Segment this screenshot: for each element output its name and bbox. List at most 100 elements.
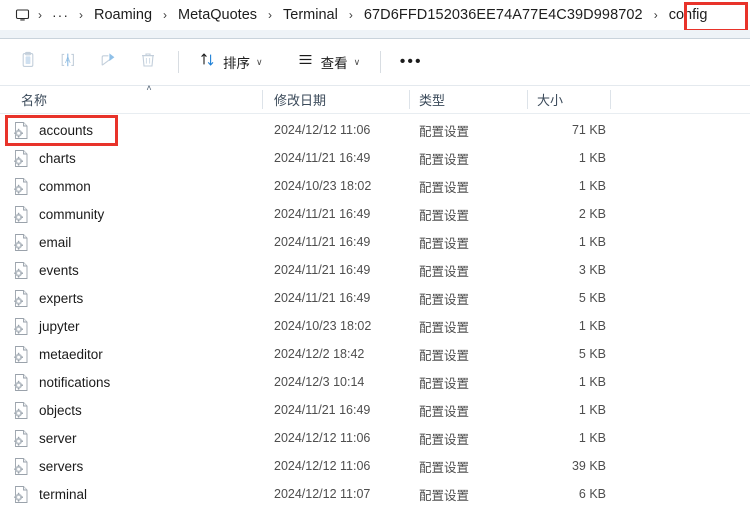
table-row[interactable]: server 2024/12/12 11:06 配置设置 1 KB (0, 424, 750, 452)
file-name-label: servers (39, 458, 84, 474)
file-size: 1 KB (578, 179, 606, 193)
file-size: 3 KB (578, 263, 606, 277)
file-size: 71 KB (571, 123, 606, 137)
ellipsis-icon: ••• (399, 53, 423, 70)
sort-ascending-indicator-icon: ˄ (146, 83, 152, 93)
breadcrumb-item-roaming[interactable]: Roaming (87, 3, 159, 27)
table-row[interactable]: common 2024/10/23 18:02 配置设置 1 KB (0, 172, 750, 200)
file-size: 5 KB (578, 291, 606, 305)
config-file-icon (13, 177, 30, 196)
config-file-icon (13, 233, 30, 252)
file-size: 1 KB (578, 319, 606, 333)
table-row[interactable]: community 2024/11/21 16:49 配置设置 2 KB (0, 200, 750, 228)
column-header-size[interactable]: 大小 (537, 85, 607, 114)
file-name-label: notifications (39, 374, 111, 390)
paste-button[interactable] (10, 46, 46, 78)
column-divider-3[interactable] (527, 90, 528, 109)
table-row[interactable]: metaeditor 2024/12/2 18:42 配置设置 5 KB (0, 340, 750, 368)
column-divider-2[interactable] (409, 90, 410, 109)
breadcrumb-item-terminal[interactable]: Terminal (276, 3, 345, 27)
column-header-type-label: 类型 (419, 93, 446, 108)
config-file-icon (13, 485, 30, 504)
column-header-bottom-border (0, 113, 750, 114)
file-name-label: experts (39, 290, 84, 306)
toolbar-divider-2 (380, 51, 382, 73)
view-button[interactable]: 查看 ∨ (289, 46, 369, 78)
config-file-icon (13, 121, 30, 140)
column-divider-4[interactable] (610, 90, 611, 109)
file-name-cell[interactable]: community (13, 200, 253, 228)
delete-button[interactable] (130, 46, 166, 78)
file-name-label: server (39, 430, 77, 446)
breadcrumb[interactable]: › ··· › Roaming › MetaQuotes › Terminal … (0, 0, 750, 30)
file-type: 配置设置 (419, 124, 470, 139)
file-name-cell[interactable]: common (13, 172, 253, 200)
file-name-label: accounts (39, 122, 94, 138)
file-name-cell[interactable]: metaeditor (13, 340, 253, 368)
table-row[interactable]: charts 2024/11/21 16:49 配置设置 1 KB (0, 144, 750, 172)
file-name-cell[interactable]: jupyter (13, 312, 253, 340)
file-name-label: metaeditor (39, 346, 103, 362)
trash-icon (139, 51, 157, 74)
breadcrumb-item-config[interactable]: config (662, 3, 715, 27)
file-name-cell[interactable]: experts (13, 284, 253, 312)
file-name-cell[interactable]: accounts (13, 116, 253, 144)
file-name-cell[interactable]: email (13, 228, 253, 256)
monitor-icon[interactable] (12, 5, 32, 25)
file-size: 1 KB (578, 375, 606, 389)
table-row[interactable]: email 2024/11/21 16:49 配置设置 1 KB (0, 228, 750, 256)
table-row[interactable]: accounts 2024/12/12 11:06 配置设置 71 KB (0, 116, 750, 144)
file-date-modified: 2024/12/3 10:14 (274, 375, 365, 389)
column-header-name[interactable]: 名称 (21, 85, 251, 114)
table-row[interactable]: experts 2024/11/21 16:49 配置设置 5 KB (0, 284, 750, 312)
config-file-icon (13, 457, 30, 476)
file-name-cell[interactable]: notifications (13, 368, 253, 396)
breadcrumb-item-metaquotes[interactable]: MetaQuotes (171, 3, 264, 27)
sort-chevron-down-icon: ∨ (256, 56, 263, 67)
file-date-modified: 2024/12/12 11:07 (274, 487, 371, 501)
breadcrumb-separator-1: › (79, 8, 83, 22)
file-name-cell[interactable]: servers (13, 452, 253, 480)
file-date-modified: 2024/11/21 16:49 (274, 207, 371, 221)
file-explorer-window: › ··· › Roaming › MetaQuotes › Terminal … (0, 0, 750, 507)
config-file-icon (13, 289, 30, 308)
table-row[interactable]: events 2024/11/21 16:49 配置设置 3 KB (0, 256, 750, 284)
file-type: 配置设置 (419, 404, 470, 419)
view-icon (297, 51, 314, 73)
file-name-label: events (39, 262, 79, 278)
sort-button[interactable]: 排序 ∨ (191, 46, 271, 78)
file-size: 5 KB (578, 347, 606, 361)
table-row[interactable]: terminal 2024/12/12 11:07 配置设置 6 KB (0, 480, 750, 507)
file-name-cell[interactable]: events (13, 256, 253, 284)
file-size: 2 KB (578, 207, 606, 221)
file-type: 配置设置 (419, 348, 470, 363)
file-name-cell[interactable]: charts (13, 144, 253, 172)
file-date-modified: 2024/12/2 18:42 (274, 347, 365, 361)
table-row[interactable]: servers 2024/12/12 11:06 配置设置 39 KB (0, 452, 750, 480)
file-date-modified: 2024/11/21 16:49 (274, 263, 371, 277)
file-date-modified: 2024/10/23 18:02 (274, 319, 372, 333)
sort-icon (199, 51, 216, 73)
share-button[interactable] (90, 46, 126, 78)
file-name-label: jupyter (39, 318, 80, 334)
table-row[interactable]: objects 2024/11/21 16:49 配置设置 1 KB (0, 396, 750, 424)
breadcrumb-item-instance-id[interactable]: 67D6FFD152036EE74A77E4C39D998702 (357, 3, 650, 27)
table-row[interactable]: notifications 2024/12/3 10:14 配置设置 1 KB (0, 368, 750, 396)
file-name-cell[interactable]: objects (13, 396, 253, 424)
file-size: 1 KB (578, 151, 606, 165)
table-row[interactable]: jupyter 2024/10/23 18:02 配置设置 1 KB (0, 312, 750, 340)
rename-button[interactable]: A (50, 46, 86, 78)
config-file-icon (13, 317, 30, 336)
column-header-row: 名称 修改日期 类型 大小 (0, 85, 750, 114)
column-header-date-modified[interactable]: 修改日期 (274, 85, 404, 114)
file-name-cell[interactable]: server (13, 424, 253, 452)
column-divider-1[interactable] (262, 90, 263, 109)
column-header-type[interactable]: 类型 (419, 85, 519, 114)
config-file-icon (13, 429, 30, 448)
more-options-button[interactable]: ••• (393, 46, 429, 78)
breadcrumb-overflow-button[interactable]: ··· (46, 6, 75, 24)
file-type: 配置设置 (419, 460, 470, 475)
file-name-label: objects (39, 402, 82, 418)
file-name-label: common (39, 178, 91, 194)
file-name-cell[interactable]: terminal (13, 480, 253, 507)
